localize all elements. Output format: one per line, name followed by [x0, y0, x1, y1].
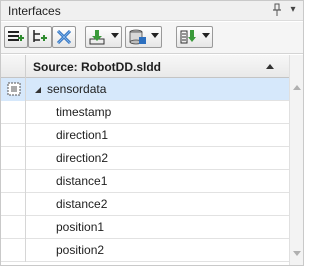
element-name: timestamp [56, 105, 112, 119]
element-row[interactable]: direction1 [1, 124, 289, 147]
panel-title: Interfaces [8, 4, 61, 18]
element-icon-cell [1, 101, 26, 124]
chevron-down-icon[interactable] [202, 33, 210, 38]
element-name: position1 [56, 220, 105, 234]
scroll-down-icon[interactable] [293, 251, 301, 256]
element-row[interactable]: timestamp [1, 101, 289, 124]
element-name: position2 [56, 243, 105, 257]
element-icon-cell [1, 193, 26, 216]
add-element-button[interactable] [28, 26, 52, 48]
sort-ascending-icon[interactable] [266, 64, 274, 69]
element-row[interactable]: position1 [1, 216, 289, 239]
element-icon-cell [1, 216, 26, 239]
export-icon [180, 30, 196, 44]
import-button[interactable] [85, 26, 122, 48]
interface-grid: Source: RobotDD.sldd sensordata timestam… [1, 55, 303, 265]
source-column-header[interactable]: Source: RobotDD.sldd [1, 55, 289, 78]
interface-icon-cell [1, 78, 26, 101]
toolbar [1, 22, 303, 54]
delete-button[interactable] [52, 26, 76, 48]
dictionary-button[interactable] [125, 26, 162, 48]
panel-titlebar: Interfaces ▾ [1, 1, 303, 21]
pin-icon[interactable] [271, 3, 283, 17]
element-icon-cell [1, 170, 26, 193]
vertical-scrollbar[interactable] [289, 55, 303, 265]
import-icon [89, 30, 105, 45]
scroll-up-icon[interactable] [293, 85, 301, 90]
element-row[interactable]: direction2 [1, 147, 289, 170]
delete-icon [56, 29, 72, 45]
element-row[interactable]: distance1 [1, 170, 289, 193]
add-interface-button[interactable] [4, 26, 28, 48]
chevron-down-icon[interactable] [151, 33, 159, 38]
interfaces-panel: Interfaces ▾ Source: RobotDD.sldd sensor… [0, 0, 304, 266]
element-name: direction2 [56, 151, 109, 165]
element-name: distance2 [56, 197, 108, 211]
element-icon-cell [1, 239, 26, 262]
element-row[interactable]: position2 [1, 239, 289, 262]
add-interface-icon [8, 31, 24, 41]
element-name: distance1 [56, 174, 108, 188]
element-name: direction1 [56, 128, 109, 142]
add-element-icon [33, 30, 47, 42]
header-icon-cell [1, 55, 26, 78]
element-row[interactable]: distance2 [1, 193, 289, 216]
interface-row[interactable]: sensordata [1, 78, 289, 101]
element-icon-cell [1, 124, 26, 147]
interface-name: sensordata [47, 82, 107, 96]
chevron-down-icon[interactable]: ▾ [287, 3, 299, 17]
interface-icon [7, 82, 21, 96]
export-button[interactable] [176, 26, 213, 48]
element-icon-cell [1, 147, 26, 170]
dictionary-icon [129, 29, 146, 45]
collapse-triangle-icon[interactable] [34, 86, 42, 94]
source-header-label: Source: RobotDD.sldd [33, 60, 161, 74]
chevron-down-icon[interactable] [111, 33, 119, 38]
